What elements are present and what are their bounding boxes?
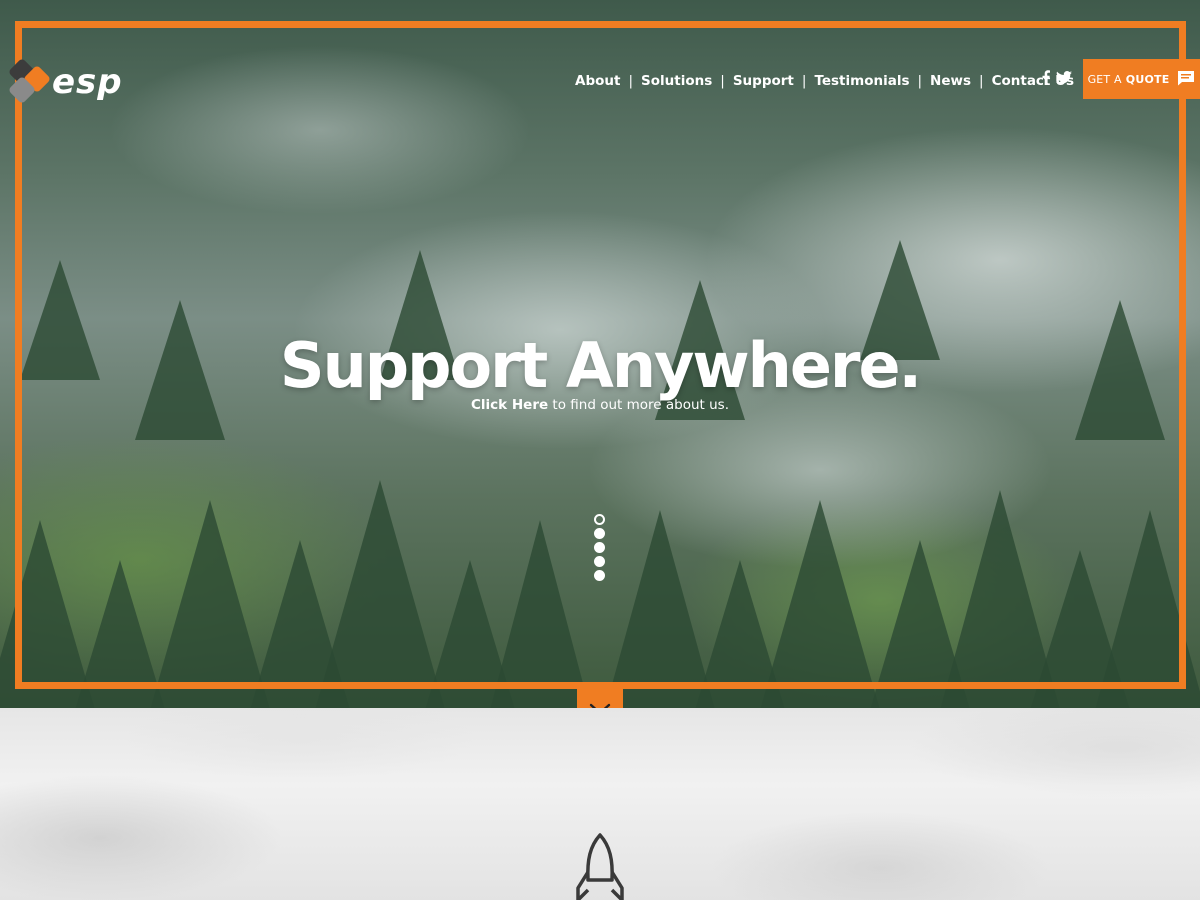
tree-decoration [150,500,270,708]
nav-support[interactable]: Support [733,73,794,89]
logo-cube-icon [7,57,52,105]
nav-separator: | [917,73,923,89]
quote-prefix: GET A [1087,72,1122,86]
click-here-link[interactable]: Click Here [471,397,548,413]
quote-bold: QUOTE [1125,72,1170,86]
slide-dot[interactable] [594,542,605,553]
main-nav: About | Solutions | Support | Testimonia… [575,73,1074,89]
hero-subline: Click Here to find out more about us. [0,397,1200,413]
slide-dot[interactable] [594,514,605,525]
social-links [1042,70,1072,90]
nav-separator: | [801,73,807,89]
nav-separator: | [720,73,725,89]
brand-logo[interactable]: esp [7,57,140,105]
get-quote-button[interactable]: GET A QUOTE [1083,59,1200,99]
chat-icon [1177,70,1195,89]
nav-solutions[interactable]: Solutions [641,73,712,89]
hero-subline-text: to find out more about us. [548,397,729,413]
logo-text: esp [52,62,123,102]
nav-about[interactable]: About [575,73,620,89]
slide-indicators [594,514,605,581]
rocket-icon [574,832,626,900]
hero-headline: Support Anywhere. [279,329,922,402]
tree-decoration [870,540,970,708]
slide-dot[interactable] [594,528,605,539]
nav-separator: | [979,73,984,89]
hero-banner: esp About | Solutions | Support | Testim… [0,0,1200,708]
facebook-icon[interactable] [1042,70,1050,90]
slide-dot[interactable] [594,570,605,581]
slide-dot[interactable] [594,556,605,567]
twitter-icon[interactable] [1056,71,1072,89]
nav-news[interactable]: News [930,73,971,89]
tree-decoration [605,510,715,708]
nav-separator: | [628,73,634,89]
nav-testimonials[interactable]: Testimonials [814,73,909,89]
tree-decoration [0,520,95,708]
